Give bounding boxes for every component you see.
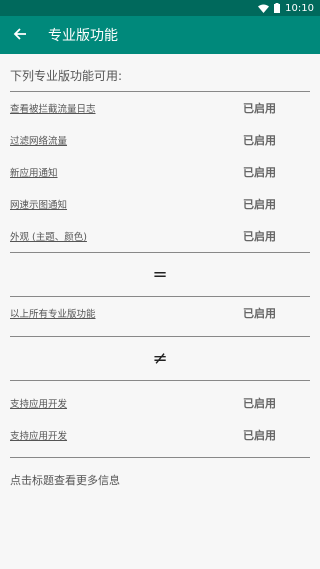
feature-status: 已启用: [243, 134, 276, 147]
support-row: 支持应用开发 已启用: [10, 419, 310, 451]
not-equal-symbol: ≠: [152, 348, 168, 369]
feature-row: 新应用通知 已启用: [10, 156, 310, 188]
status-bar: 10:10: [0, 0, 320, 16]
support-row: 支持应用开发 已启用: [10, 387, 310, 419]
feature-row: 查看被拦截流量日志 已启用: [10, 92, 310, 124]
feature-status: 已启用: [243, 198, 276, 211]
support-development-link[interactable]: 支持应用开发: [10, 396, 67, 410]
section-header: 下列专业版功能可用:: [10, 67, 310, 92]
support-development-link[interactable]: 支持应用开发: [10, 428, 67, 442]
all-features-row: 以上所有专业版功能 已启用: [10, 297, 310, 329]
feature-status: 已启用: [243, 166, 276, 179]
feature-list: 查看被拦截流量日志 已启用 过滤网络流量 已启用 新应用通知 已启用 网速示图通…: [10, 92, 310, 252]
feature-row: 网速示图通知 已启用: [10, 188, 310, 220]
feature-row: 外观 (主题、颜色) 已启用: [10, 220, 310, 252]
feature-link-blocked-traffic-log[interactable]: 查看被拦截流量日志: [10, 101, 96, 115]
equals-symbol: =: [152, 264, 168, 285]
feature-link-speed-notification[interactable]: 网速示图通知: [10, 197, 67, 211]
footer-hint: 点击标题查看更多信息: [10, 474, 120, 487]
feature-link-appearance[interactable]: 外观 (主题、颜色): [10, 229, 87, 243]
toolbar: 专业版功能: [0, 16, 320, 54]
feature-status: 已启用: [243, 102, 276, 115]
feature-link-new-app-notification[interactable]: 新应用通知: [10, 165, 58, 179]
back-button[interactable]: [2, 16, 38, 54]
all-features-status: 已启用: [243, 307, 276, 320]
status-time: 10:10: [285, 2, 314, 14]
page-title: 专业版功能: [48, 28, 118, 44]
support-status: 已启用: [243, 429, 276, 442]
battery-icon: [274, 3, 281, 13]
feature-status: 已启用: [243, 230, 276, 243]
feature-row: 过滤网络流量 已启用: [10, 124, 310, 156]
feature-link-traffic-filter[interactable]: 过滤网络流量: [10, 133, 67, 147]
wifi-icon: [258, 4, 270, 13]
divider: [10, 380, 310, 381]
pro-features-content: 下列专业版功能可用: 查看被拦截流量日志 已启用 过滤网络流量 已启用 新应用通…: [0, 67, 320, 488]
back-arrow-icon: [13, 26, 27, 45]
divider: [10, 457, 310, 458]
all-features-link[interactable]: 以上所有专业版功能: [10, 306, 96, 320]
support-status: 已启用: [243, 397, 276, 410]
